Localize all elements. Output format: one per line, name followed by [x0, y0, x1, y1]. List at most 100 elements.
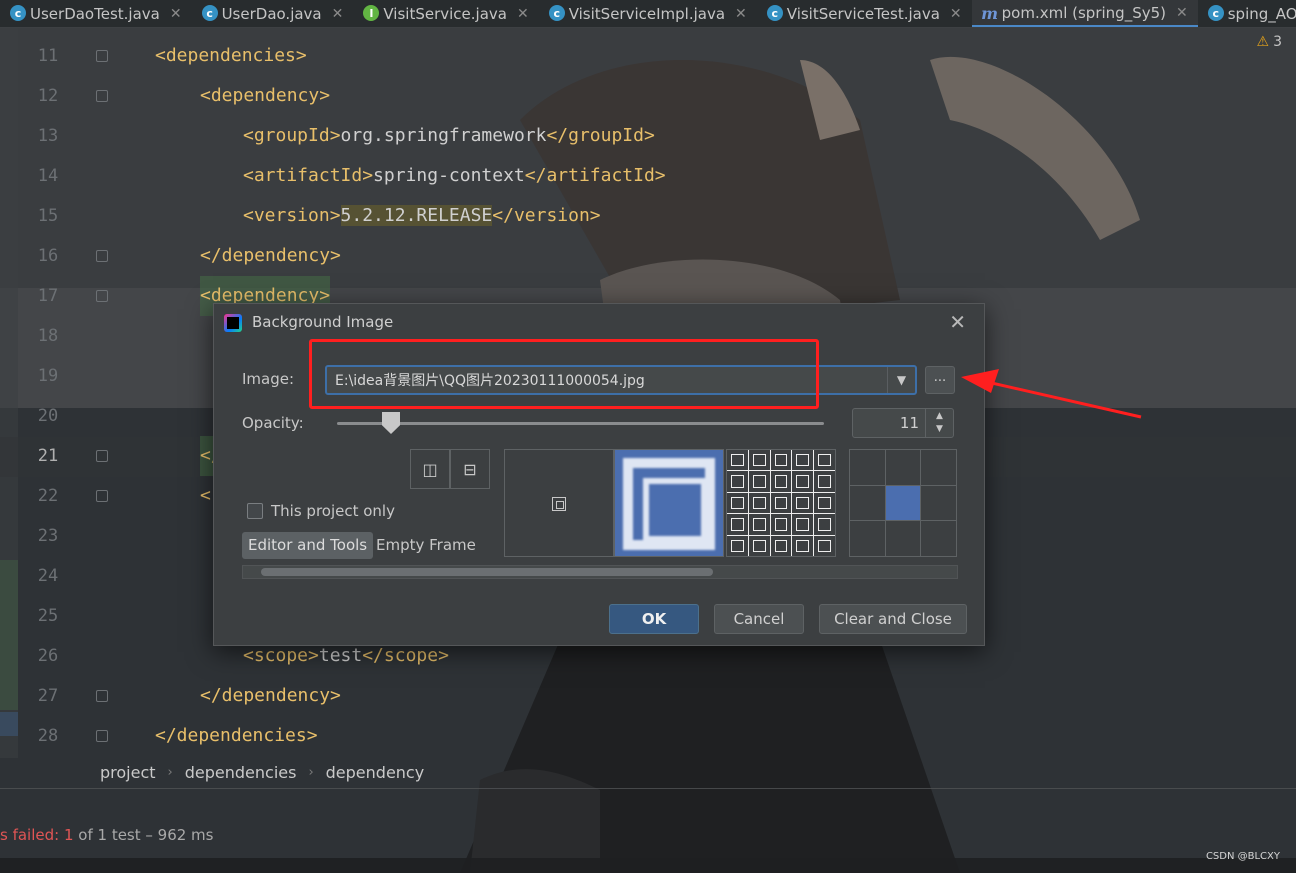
line-number: 11 [37, 46, 59, 66]
browse-button[interactable]: ... [925, 366, 955, 394]
flip-horizontal-button[interactable]: ◫ [410, 449, 450, 489]
line-number: 16 [37, 246, 59, 266]
segment-empty-frame[interactable]: Empty Frame [376, 532, 476, 559]
opacity-spinner[interactable]: 11 ▲ ▼ [852, 408, 954, 438]
breadcrumb-item-dependencies[interactable]: dependencies [185, 763, 297, 782]
line-number: 20 [37, 406, 59, 426]
terminal-strip [0, 858, 1296, 873]
spinner-arrows-icon[interactable]: ▲ ▼ [925, 409, 953, 437]
tab-visitservicetest[interactable]: c VisitServiceTest.java ✕ [757, 0, 972, 27]
fold-marker-icon[interactable] [96, 490, 108, 502]
maven-icon: m [981, 3, 999, 23]
divider [0, 788, 1296, 789]
close-icon[interactable]: ✕ [735, 6, 747, 22]
close-icon[interactable]: ✕ [950, 6, 962, 22]
version-highlight: 5.2.12.RELEASE [340, 205, 493, 226]
code-line[interactable]: <dependencies> [155, 36, 307, 76]
class-icon: c [1207, 5, 1224, 21]
fold-marker-icon[interactable] [96, 50, 108, 62]
breadcrumb-item-dependency[interactable]: dependency [326, 763, 425, 782]
line-number: 13 [37, 126, 59, 146]
flip-vertical-button[interactable]: ⊟ [450, 449, 490, 489]
anchor-center[interactable] [885, 485, 921, 521]
line-number: 28 [37, 726, 59, 746]
line-number: 18 [37, 326, 59, 346]
tab-userdaotest[interactable]: c UserDaoTest.java ✕ [0, 0, 192, 27]
tile-fill-icon [727, 450, 835, 556]
plain-fill-icon [552, 497, 566, 511]
fill-scale-option[interactable] [614, 449, 724, 557]
anchor-top-left[interactable] [850, 450, 885, 485]
fold-marker-icon[interactable] [96, 450, 108, 462]
close-icon[interactable]: ✕ [517, 6, 529, 22]
code-line[interactable]: <groupId>org.springframework</groupId> [243, 116, 655, 156]
close-icon[interactable]: ✕ [170, 6, 182, 22]
code-line[interactable]: <version>5.2.12.RELEASE</version> [243, 196, 601, 236]
opacity-slider-thumb[interactable] [382, 412, 400, 434]
anchor-bottom-left[interactable] [850, 521, 885, 556]
cancel-button[interactable]: Cancel [714, 604, 804, 634]
image-path-input[interactable] [327, 367, 889, 393]
code-line[interactable]: <dependency> [200, 76, 330, 116]
chevron-down-icon[interactable]: ▼ [887, 367, 915, 393]
clear-and-close-button[interactable]: Clear and Close [819, 604, 967, 634]
line-number: 19 [37, 366, 59, 386]
line-number: 12 [37, 86, 59, 106]
code-line[interactable]: </dependency> [200, 676, 341, 716]
anchor-bottom-center[interactable] [885, 521, 921, 556]
anchor-position-grid [849, 449, 957, 557]
ok-button[interactable]: OK [609, 604, 699, 634]
fold-marker-icon[interactable] [96, 690, 108, 702]
line-number: 26 [37, 646, 59, 666]
image-label: Image: [242, 370, 295, 388]
line-number: 14 [37, 166, 59, 186]
segment-editor-and-tools[interactable]: Editor and Tools [242, 532, 374, 559]
anchor-middle-right[interactable] [921, 485, 956, 521]
tab-pom-xml[interactable]: m pom.xml (spring_Sy5) ✕ [971, 0, 1198, 27]
flip-vertical-icon: ⊟ [463, 459, 477, 479]
class-icon: c [548, 5, 565, 21]
code-line[interactable]: </dependencies> [155, 716, 318, 756]
inspection-widget[interactable]: ⚠ 3 [1257, 34, 1282, 50]
code-line[interactable]: </dependency> [200, 236, 341, 276]
anchor-top-right[interactable] [921, 450, 956, 485]
tab-userdao[interactable]: c UserDao.java ✕ [192, 0, 354, 27]
this-project-only-label[interactable]: This project only [271, 502, 395, 520]
image-path-combo[interactable]: ▼ [325, 365, 917, 395]
class-icon: c [201, 5, 218, 21]
close-icon[interactable]: ✕ [949, 310, 966, 334]
anchor-bottom-right[interactable] [921, 521, 956, 556]
opacity-slider-track[interactable] [337, 422, 824, 425]
opacity-value[interactable]: 11 [853, 409, 925, 437]
breadcrumb-item-project[interactable]: project [100, 763, 156, 782]
close-icon[interactable]: ✕ [1176, 5, 1188, 21]
breadcrumb: project › dependencies › dependency [100, 756, 1296, 788]
fold-marker-icon[interactable] [96, 90, 108, 102]
class-icon: c [766, 5, 783, 21]
tab-visitserviceimpl[interactable]: c VisitServiceImpl.java ✕ [539, 0, 757, 27]
warning-icon: ⚠ [1256, 34, 1270, 50]
tab-sping-aop[interactable]: csping_AOP [1198, 0, 1296, 27]
anchor-middle-left[interactable] [850, 485, 885, 521]
this-project-only-checkbox[interactable] [247, 503, 263, 519]
annotation-arrow-icon [961, 369, 1142, 419]
scrollbar-thumb[interactable] [261, 568, 713, 576]
fold-marker-icon[interactable] [96, 730, 108, 742]
line-number: 23 [37, 526, 59, 546]
interface-icon: I [363, 5, 380, 21]
code-line[interactable]: <artifactId>spring-context</artifactId> [243, 156, 666, 196]
horizontal-scrollbar[interactable] [242, 565, 958, 579]
background-image-dialog: Background Image ✕ Image: ▼ ... Opacity:… [213, 303, 985, 646]
tab-visitservice[interactable]: I VisitService.java ✕ [353, 0, 538, 27]
code-line[interactable]: < [200, 476, 211, 516]
fold-marker-icon[interactable] [96, 290, 108, 302]
flip-horizontal-icon: ◫ [422, 459, 438, 479]
fold-marker-icon[interactable] [96, 250, 108, 262]
fill-plain-option[interactable] [504, 449, 614, 557]
line-number: 17 [37, 286, 59, 306]
fill-tile-option[interactable] [726, 449, 836, 557]
dialog-title: Background Image [252, 313, 394, 331]
anchor-top-center[interactable] [885, 450, 921, 485]
watermark: CSDN @BLCXY [1205, 851, 1280, 862]
close-icon[interactable]: ✕ [332, 6, 344, 22]
